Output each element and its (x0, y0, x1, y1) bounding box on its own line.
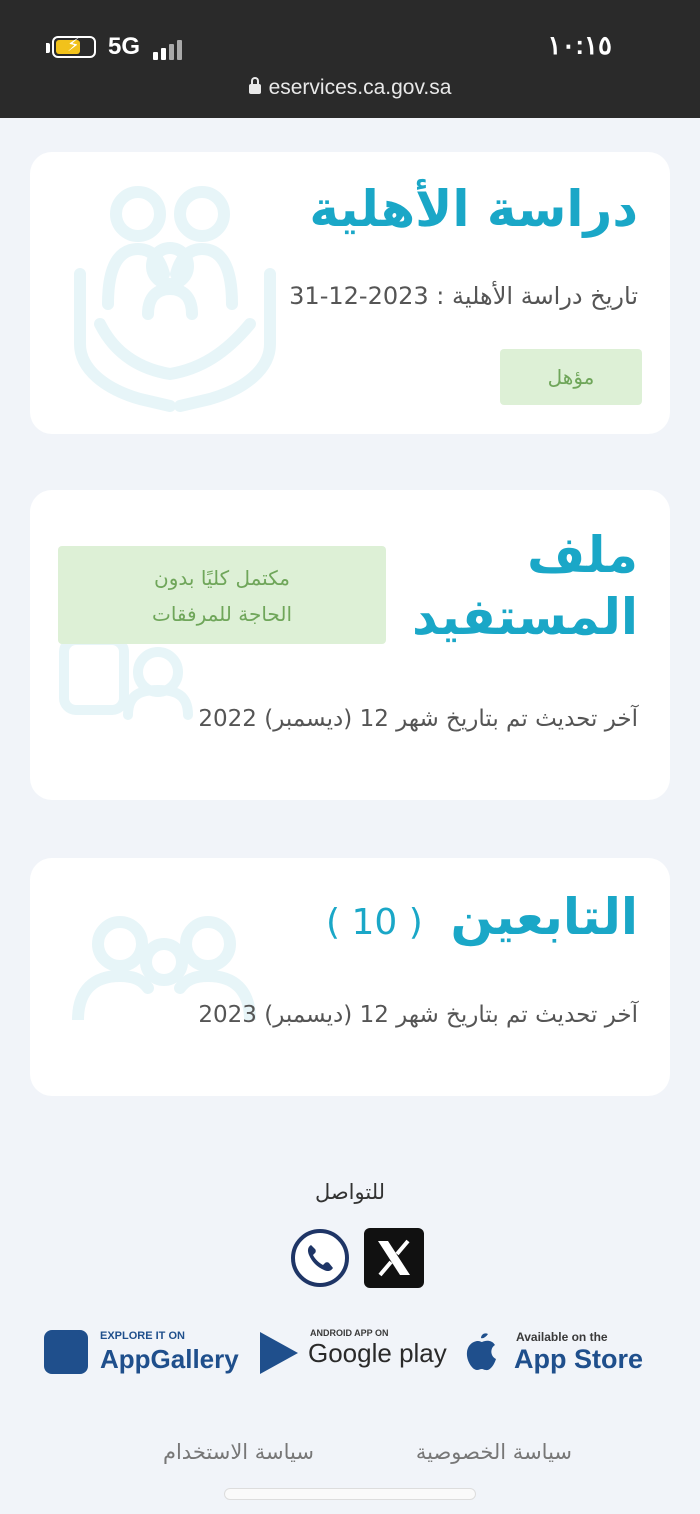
completion-line-1: مكتمل كليًا بدون (154, 566, 290, 590)
dependents-last-update: آخر تحديث تم بتاريخ شهر 12 (ديسمبر) 2023 (198, 1002, 638, 1028)
status-bar: ⚡ 5G ١٠:١٥ eservices.ca.gov.sa (0, 0, 700, 118)
battery-tip (46, 43, 50, 53)
url-text: eservices.ca.gov.sa (268, 76, 452, 99)
app-store-badges: EXPLORE IT ON AppGallery ANDROID APP ON … (40, 1326, 660, 1386)
beneficiary-title-line-1: ملف (527, 526, 638, 584)
app-store-name: App Store (514, 1344, 644, 1374)
clock: ١٠:١٥ (547, 30, 612, 60)
lock-icon (248, 77, 261, 94)
completion-badge: مكتمل كليًا بدون الحاجة للمرفقات (58, 546, 386, 644)
x-icon[interactable] (364, 1228, 424, 1288)
eligibility-title: دراسة الأهلية (309, 180, 638, 238)
appgallery-caption: EXPLORE IT ON (100, 1330, 185, 1342)
home-indicator[interactable] (224, 1488, 476, 1500)
address-bar[interactable]: eservices.ca.gov.sa (0, 76, 700, 100)
network-type: 5G (108, 33, 141, 60)
beneficiary-title-line-2: المستفيد (411, 588, 638, 646)
status-badge: مؤهل (500, 349, 642, 405)
completion-line-2: الحاجة للمرفقات (151, 602, 292, 626)
dependents-title: التابعين (450, 888, 639, 946)
play-icon (260, 1332, 298, 1374)
phone-icon[interactable] (290, 1228, 350, 1288)
app-store-badge[interactable]: Available on the App Store (464, 1326, 660, 1386)
beneficiary-card[interactable]: مكتمل كليًا بدون الحاجة للمرفقات ملف الم… (30, 490, 670, 800)
apple-icon (466, 1333, 496, 1371)
app-store-caption: Available on the (516, 1330, 608, 1344)
family-care-icon (74, 186, 276, 412)
signal-icon (153, 38, 193, 60)
dependents-card[interactable]: التابعين ( 10 ) آخر تحديث تم بتاريخ شهر … (30, 858, 670, 1096)
contact-label: للتواصل (314, 1180, 386, 1204)
google-play-badge[interactable]: ANDROID APP ON Google play (258, 1326, 458, 1386)
eligibility-card[interactable]: دراسة الأهلية تاريخ دراسة الأهلية : 2023… (30, 152, 670, 434)
appgallery-name: AppGallery (100, 1344, 239, 1374)
beneficiary-last-update: آخر تحديث تم بتاريخ شهر 12 (ديسمبر) 2022 (198, 706, 638, 732)
beneficiary-title: ملف المستفيد (412, 524, 638, 648)
battery-icon: ⚡ (52, 35, 96, 58)
terms-of-use-link[interactable]: سياسة الاستخدام (163, 1440, 314, 1464)
google-play-caption: ANDROID APP ON (310, 1328, 389, 1338)
google-play-name: Google play (308, 1338, 447, 1368)
privacy-policy-link[interactable]: سياسة الخصوصية (416, 1440, 572, 1464)
eligibility-date: تاريخ دراسة الأهلية : 2023-12-31 (289, 282, 638, 310)
huawei-logo-icon (44, 1330, 88, 1374)
footer-links: سياسة الخصوصية سياسة الاستخدام (0, 1440, 700, 1480)
dependents-count: ( 10 ) (326, 902, 423, 943)
appgallery-badge[interactable]: EXPLORE IT ON AppGallery (40, 1326, 245, 1386)
